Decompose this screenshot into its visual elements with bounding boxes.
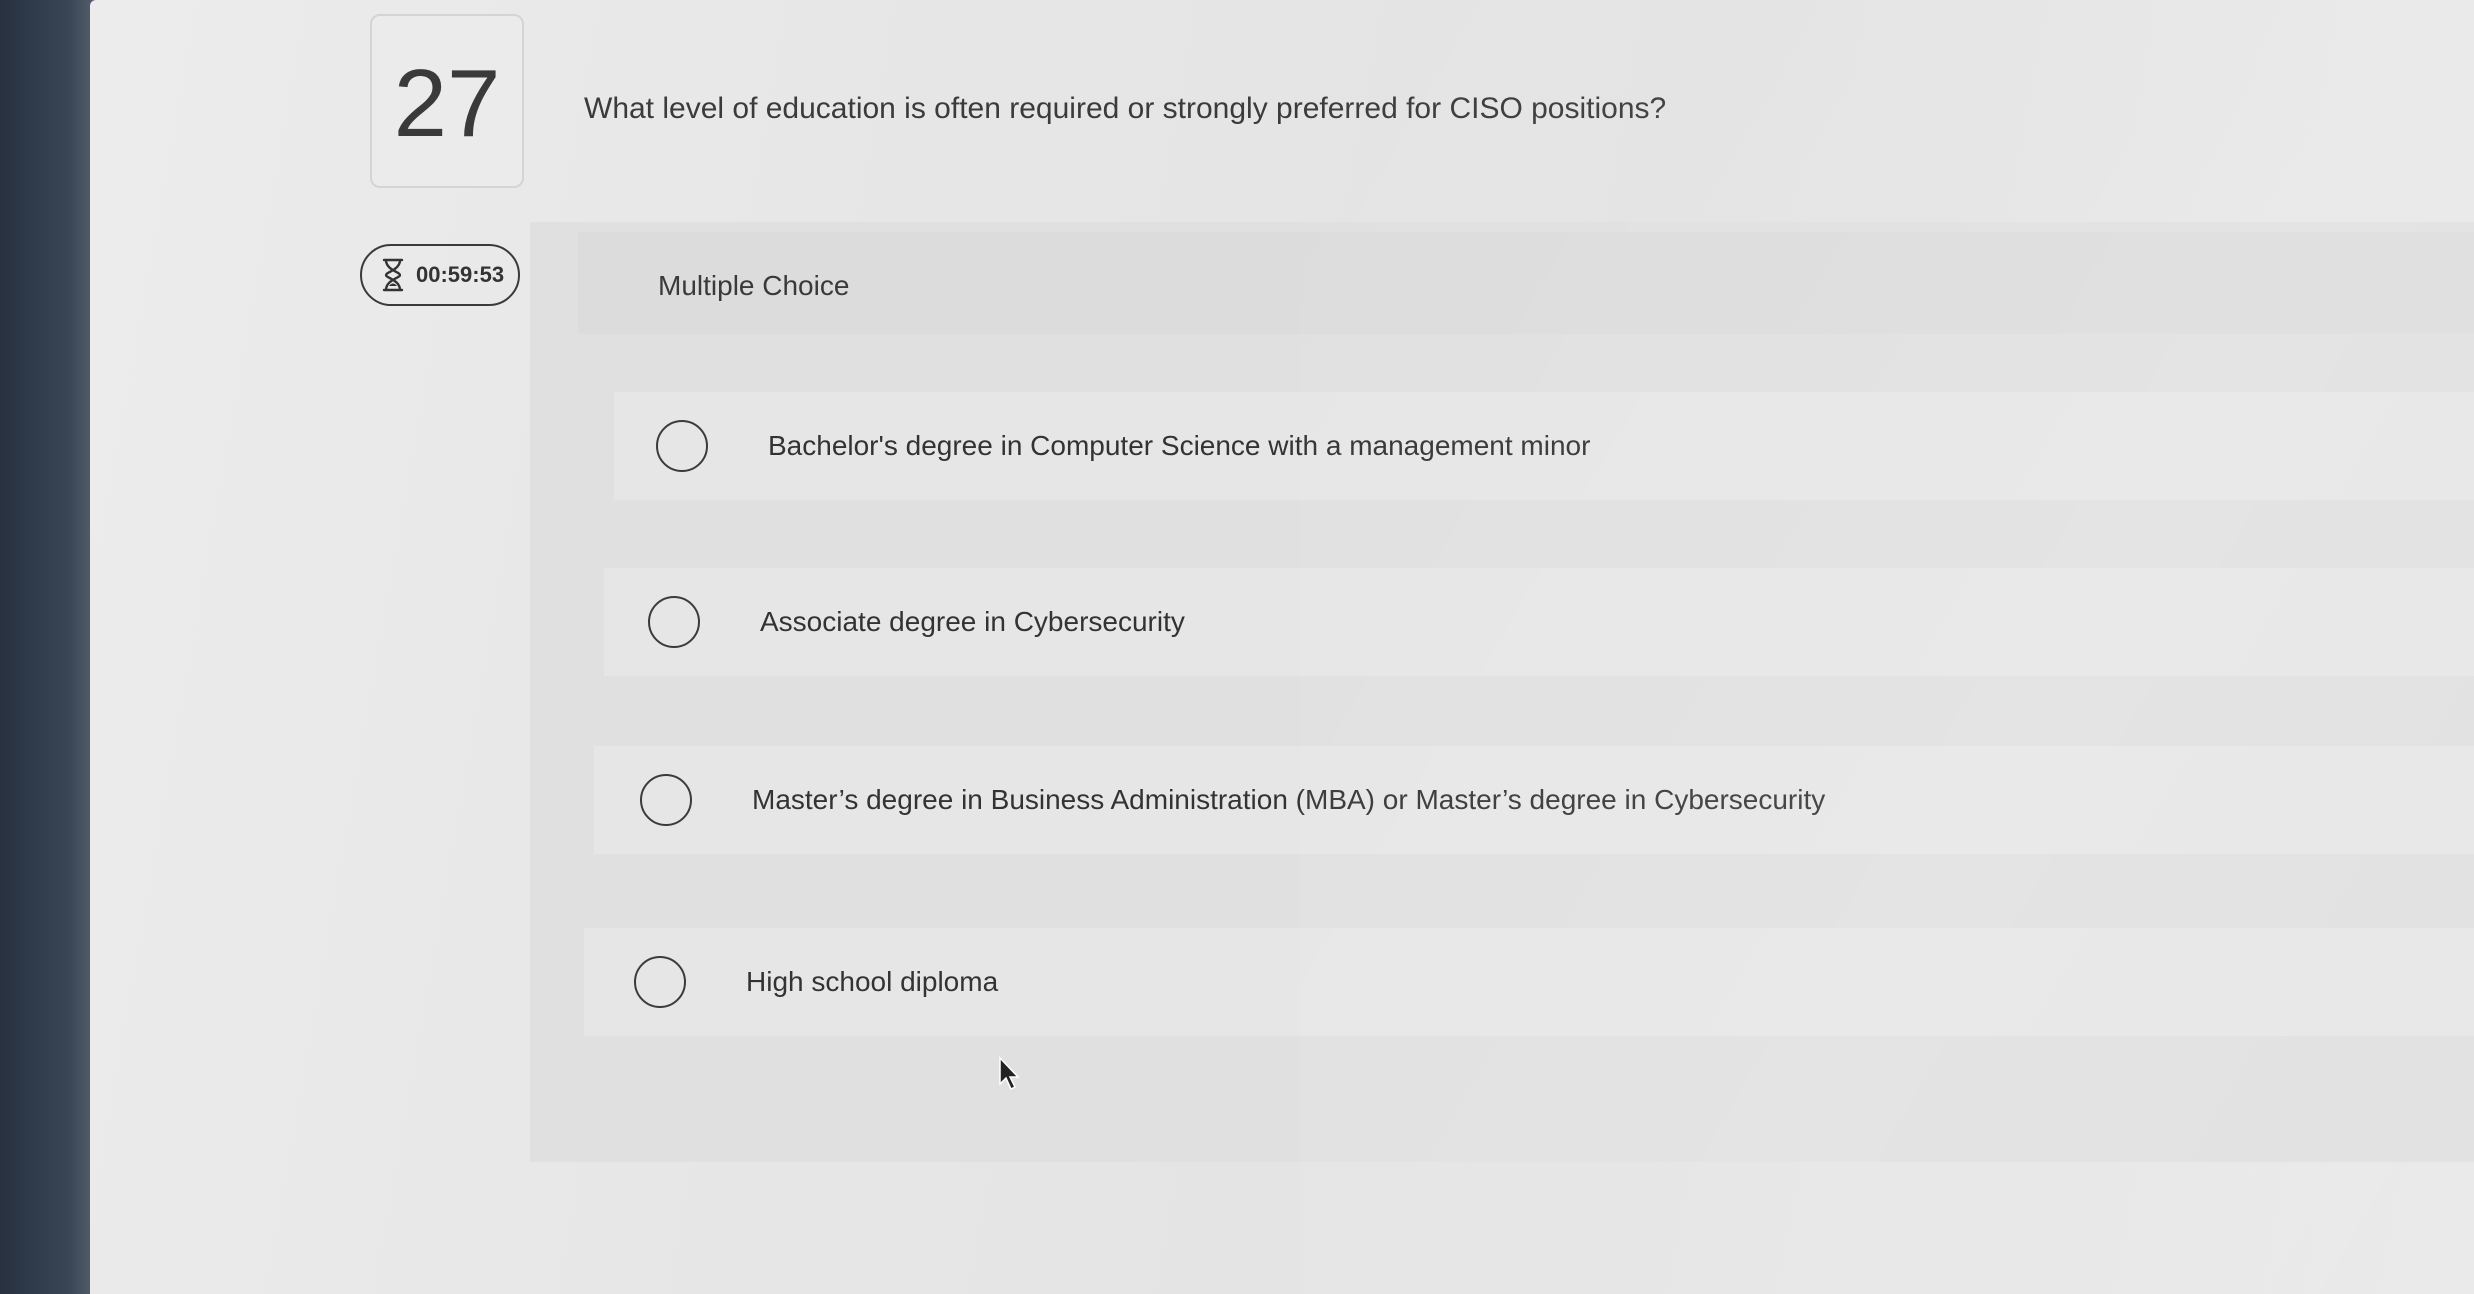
answer-panel: Multiple Choice Bachelor's degree in Com… — [530, 222, 2474, 1162]
radio-button[interactable] — [640, 774, 692, 826]
radio-button[interactable] — [648, 596, 700, 648]
answer-option-label: High school diploma — [746, 966, 999, 997]
timer-badge: 00:59:53 — [360, 244, 520, 306]
radio-button[interactable] — [656, 420, 708, 472]
question-type-label: Multiple Choice — [658, 270, 850, 301]
answer-option-3[interactable]: Master’s degree in Business Administrati… — [594, 746, 2474, 854]
answer-option-1[interactable]: Bachelor's degree in Computer Science wi… — [614, 392, 2474, 500]
answer-option-label: Associate degree in Cybersecurity — [760, 606, 1185, 637]
answer-option-label: Bachelor's degree in Computer Science wi… — [768, 430, 1591, 461]
answer-option-label: Master’s degree in Business Administrati… — [752, 784, 1826, 815]
question-number: 27 — [393, 50, 501, 157]
question-number-box: 27 — [370, 14, 524, 188]
mouse-cursor-icon — [998, 1056, 1022, 1097]
monitor-bezel — [0, 0, 100, 1294]
quiz-screen: 27 What level of education is often requ… — [90, 0, 2474, 1294]
question-text: What level of education is often require… — [584, 92, 1667, 125]
answer-option-2[interactable]: Associate degree in Cybersecurity — [604, 568, 2474, 676]
answer-option-4[interactable]: High school diploma — [584, 928, 2474, 1036]
radio-button[interactable] — [634, 956, 686, 1008]
hourglass-icon — [382, 258, 404, 292]
timer-text: 00:59:53 — [416, 262, 505, 287]
panel-header — [578, 232, 2474, 334]
